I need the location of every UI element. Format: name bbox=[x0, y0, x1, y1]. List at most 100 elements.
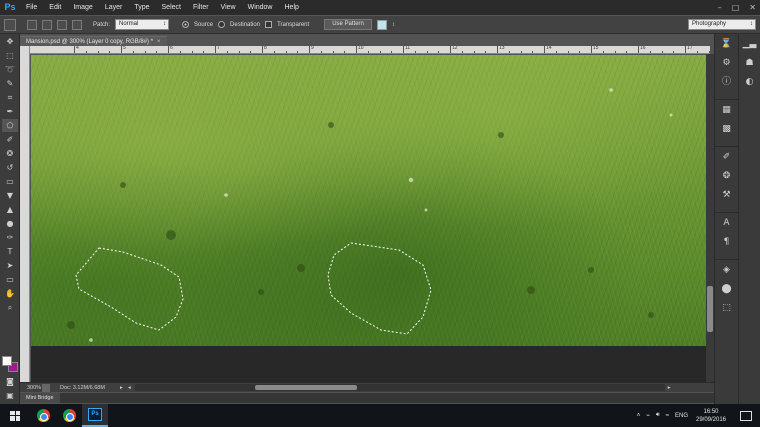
zoom-tool-icon[interactable]: ⌕ bbox=[2, 301, 18, 314]
styles-panel-icon[interactable]: ▩ bbox=[719, 122, 735, 136]
options-bar: Patch: Normal Source Destination Transpa… bbox=[0, 15, 760, 34]
source-radio[interactable] bbox=[182, 21, 190, 28]
foreground-color-chip[interactable] bbox=[2, 356, 12, 366]
tool-preset-picker-icon[interactable] bbox=[4, 18, 16, 31]
marquee-tool-icon[interactable]: ⬚ bbox=[2, 49, 18, 62]
photoshop-taskbar-icon: Ps bbox=[88, 408, 102, 421]
menu-view[interactable]: View bbox=[215, 0, 242, 15]
notification-icon[interactable] bbox=[740, 410, 752, 421]
ruler-tick bbox=[168, 46, 169, 53]
eyedropper-tool-icon[interactable]: ✒ bbox=[2, 105, 18, 118]
wifi-icon[interactable]: ≈ bbox=[666, 413, 669, 419]
quick-mask-icon[interactable]: ◙ bbox=[2, 375, 18, 388]
taskbar-chrome-2[interactable] bbox=[56, 404, 82, 427]
zoom-export-icon[interactable] bbox=[42, 383, 50, 392]
intersect-selection-icon[interactable] bbox=[72, 19, 82, 30]
menu-file[interactable]: File bbox=[20, 0, 43, 15]
properties-panel-icon[interactable]: ⚙ bbox=[719, 56, 735, 70]
histogram-panel-icon[interactable]: ▁▃ bbox=[742, 37, 758, 51]
transparent-checkbox[interactable] bbox=[265, 21, 273, 28]
type-tool-icon[interactable]: T bbox=[2, 245, 18, 258]
channels-panel-icon[interactable]: ⬤ bbox=[719, 282, 735, 296]
scroll-right-icon[interactable]: ▸ bbox=[668, 385, 671, 391]
document-tab[interactable]: Mansion.psd @ 300% (Layer 0 copy, RGB/8#… bbox=[20, 36, 167, 46]
ruler-minor-tick bbox=[179, 51, 181, 53]
ruler-minor-tick bbox=[461, 51, 463, 53]
ruler-minor-tick bbox=[579, 51, 581, 53]
patch-tool-icon[interactable]: ⬠ bbox=[2, 119, 18, 132]
clone-source-panel-icon[interactable]: ❂ bbox=[719, 169, 735, 183]
tool-presets-panel-icon[interactable]: ⚒ bbox=[719, 188, 735, 202]
paragraph-panel-icon[interactable]: ¶ bbox=[719, 235, 735, 249]
subtract-selection-icon[interactable] bbox=[57, 19, 67, 30]
history-brush-tool-icon[interactable]: ↺ bbox=[2, 161, 18, 174]
document-close-icon[interactable]: × bbox=[157, 39, 161, 45]
path-select-tool-icon[interactable]: ➤ bbox=[2, 259, 18, 272]
adjustments-panel-icon[interactable]: ◐ bbox=[742, 75, 758, 89]
pattern-swatch[interactable] bbox=[376, 19, 387, 30]
workspace-select[interactable]: Photography bbox=[688, 19, 756, 30]
history-panel-icon[interactable]: ⌛ bbox=[719, 37, 735, 51]
paths-panel-icon[interactable]: ⬚ bbox=[719, 301, 735, 315]
grass-image[interactable] bbox=[31, 55, 706, 346]
scroll-left-icon[interactable]: ◂ bbox=[128, 385, 131, 391]
vertical-scroll-thumb[interactable] bbox=[707, 286, 713, 332]
menu-filter[interactable]: Filter bbox=[187, 0, 215, 15]
hand-tool-icon[interactable]: ✋ bbox=[2, 287, 18, 300]
menu-layer[interactable]: Layer bbox=[99, 0, 129, 15]
maximize-button[interactable]: □ bbox=[732, 3, 740, 12]
menu-help[interactable]: Help bbox=[279, 0, 305, 15]
add-selection-icon[interactable] bbox=[42, 19, 52, 30]
language-indicator[interactable]: ENG bbox=[675, 413, 688, 419]
eraser-tool-icon[interactable]: ▭ bbox=[2, 175, 18, 188]
pattern-picker-arrow-icon[interactable]: ↕ bbox=[392, 22, 395, 28]
quick-select-tool-icon[interactable]: ✎ bbox=[2, 77, 18, 90]
rectangle-tool-icon[interactable]: ▭ bbox=[2, 273, 18, 286]
menu-edit[interactable]: Edit bbox=[43, 0, 67, 15]
close-button[interactable]: ✕ bbox=[749, 3, 756, 12]
tray-chevron-icon[interactable]: ˄ bbox=[637, 413, 641, 419]
zoom-level[interactable]: 300% bbox=[20, 385, 42, 391]
navigator-panel-icon[interactable]: ☗ bbox=[742, 56, 758, 70]
menu-select[interactable]: Select bbox=[156, 0, 187, 15]
status-menu-arrow-icon[interactable]: ▸ bbox=[120, 385, 128, 391]
network-icon[interactable]: ⌁ bbox=[646, 412, 650, 419]
lasso-tool-icon[interactable]: ➰ bbox=[2, 63, 18, 76]
layers-panel-icon[interactable]: ◈ bbox=[719, 263, 735, 277]
clone-stamp-tool-icon[interactable]: ❂ bbox=[2, 147, 18, 160]
blur-tool-icon[interactable]: ▲ bbox=[2, 203, 18, 216]
start-button[interactable] bbox=[0, 404, 30, 427]
ruler-minor-tick bbox=[473, 51, 475, 53]
dodge-tool-icon[interactable]: ● bbox=[2, 217, 18, 230]
new-selection-icon[interactable] bbox=[27, 19, 37, 30]
character-panel-icon[interactable]: A bbox=[719, 216, 735, 230]
destination-radio[interactable] bbox=[218, 21, 226, 28]
menu-type[interactable]: Type bbox=[128, 0, 155, 15]
brush-panel-icon[interactable]: ✐ bbox=[719, 150, 735, 164]
menu-window[interactable]: Window bbox=[242, 0, 279, 15]
ruler-tick bbox=[121, 46, 122, 53]
move-tool-icon[interactable]: ✥ bbox=[2, 35, 18, 48]
screen-mode-icon[interactable]: ▣ bbox=[2, 389, 18, 402]
horizontal-scroll-thumb[interactable] bbox=[254, 385, 357, 390]
use-pattern-button[interactable]: Use Pattern bbox=[324, 19, 372, 30]
minimize-button[interactable]: – bbox=[718, 3, 722, 12]
taskbar-chrome-1[interactable] bbox=[30, 404, 56, 427]
pen-tool-icon[interactable]: ✑ bbox=[2, 231, 18, 244]
taskbar-photoshop[interactable]: Ps bbox=[82, 404, 108, 427]
paint-bucket-tool-icon[interactable]: ▼ bbox=[2, 189, 18, 202]
info-panel-icon[interactable]: ⓘ bbox=[719, 75, 735, 89]
mini-bridge-tab[interactable]: Mini Bridge bbox=[20, 393, 60, 403]
menu-image[interactable]: Image bbox=[67, 0, 98, 15]
horizontal-scrollbar[interactable] bbox=[134, 384, 665, 391]
canvas-area[interactable] bbox=[31, 55, 706, 382]
crop-tool-icon[interactable]: ⌗ bbox=[2, 91, 18, 104]
vertical-scrollbar[interactable] bbox=[706, 54, 714, 382]
swatches-panel-icon[interactable]: ▦ bbox=[719, 103, 735, 117]
patch-mode-select[interactable]: Normal bbox=[115, 19, 170, 30]
ruler-tick bbox=[74, 46, 75, 53]
ruler-minor-tick bbox=[508, 51, 510, 53]
clock[interactable]: 16:50 29/09/2016 bbox=[694, 408, 728, 424]
volume-icon[interactable]: 🔊︎ bbox=[656, 412, 660, 419]
brush-tool-icon[interactable]: ✐ bbox=[2, 133, 18, 146]
